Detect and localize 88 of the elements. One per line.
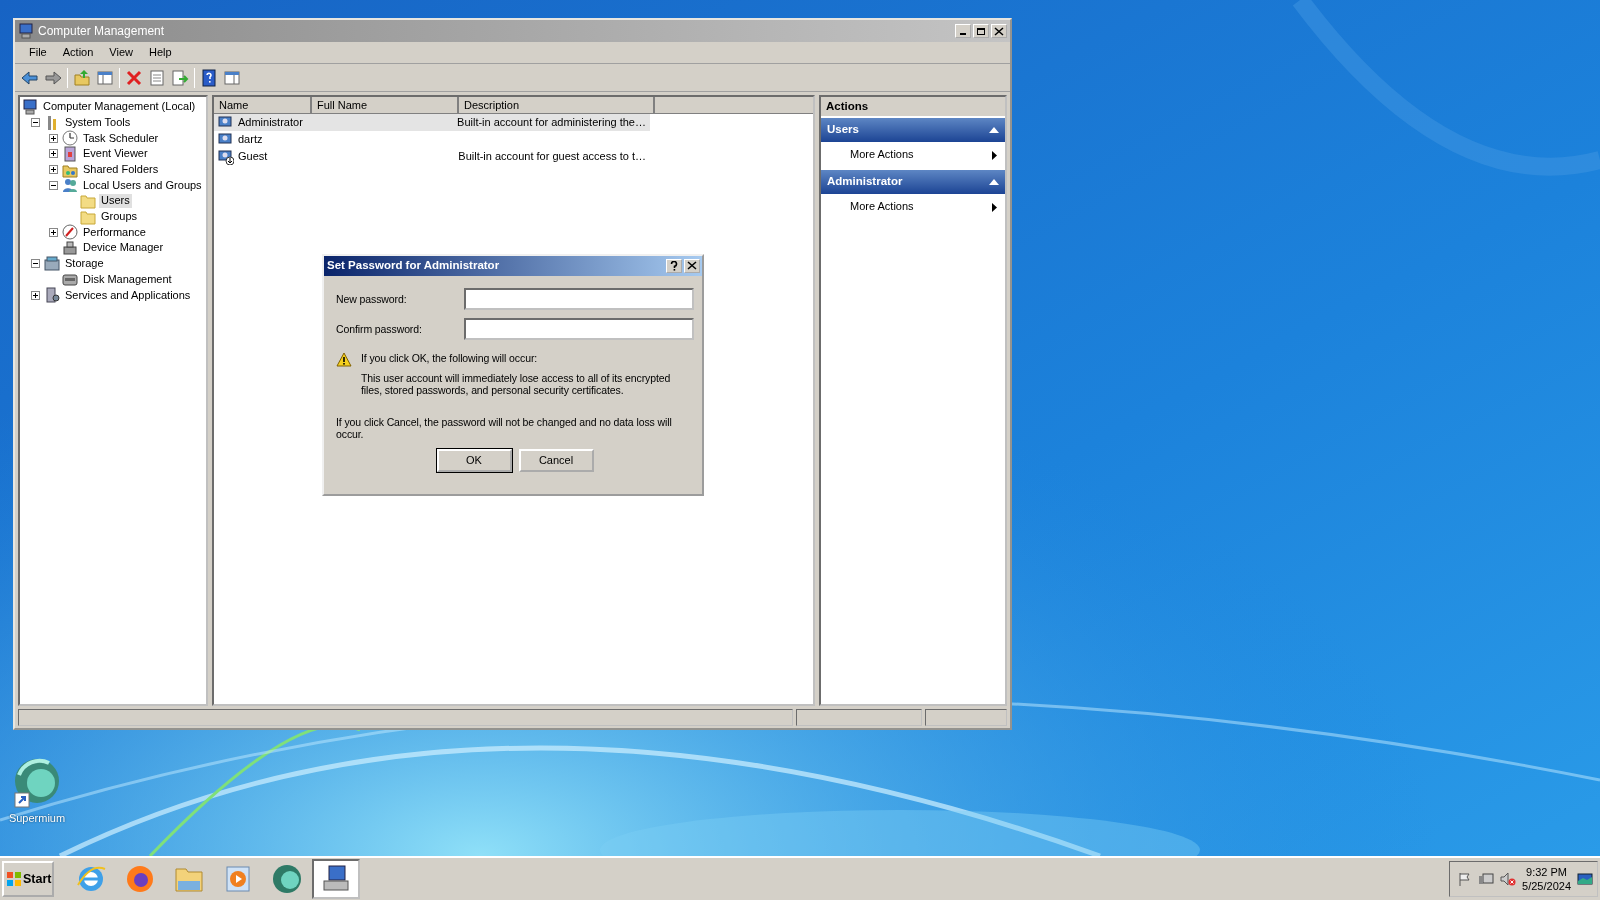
collapse-icon[interactable] [30, 118, 40, 128]
field-label: Confirm password: [336, 322, 423, 336]
flag-icon[interactable] [1458, 872, 1473, 886]
tree-item[interactable]: Shared Folders [81, 163, 161, 177]
menu-item[interactable]: View [101, 43, 141, 62]
back-icon[interactable] [21, 68, 39, 87]
tree-item[interactable]: Task Scheduler [81, 131, 161, 145]
close-icon [994, 26, 1004, 36]
expand-icon[interactable] [48, 227, 58, 237]
warning-icon [336, 352, 352, 367]
computer-icon [22, 98, 38, 115]
browser-icon[interactable] [124, 863, 156, 895]
expand-icon[interactable] [48, 149, 58, 159]
minimize-icon [960, 33, 966, 35]
tree-item[interactable]: Performance [81, 225, 148, 239]
console-tree-icon[interactable] [96, 68, 114, 87]
clock-time[interactable]: 9:32 PM [1526, 864, 1567, 879]
dialog-button[interactable]: OK [436, 448, 512, 472]
maximize-icon [976, 26, 986, 36]
log-icon [62, 145, 78, 162]
computer-icon [18, 23, 34, 39]
table-cell: Guest [238, 149, 268, 164]
table-cell: Built-in account for administering the… [457, 115, 646, 128]
action-item[interactable]: More Actions [821, 142, 1005, 168]
menu-item[interactable]: Help [140, 43, 180, 62]
help-icon [669, 261, 679, 271]
close-button[interactable] [684, 259, 700, 273]
panel-icon[interactable] [223, 68, 241, 87]
warning-text: This user account will immediately lose access to all of its encrypted files, stored passwords, and personal security certificates. [361, 371, 672, 397]
section-header[interactable]: Administrator [821, 170, 1005, 194]
help-button[interactable] [666, 259, 682, 273]
storage-icon [44, 255, 60, 272]
users-icon [62, 177, 78, 194]
tree-item[interactable]: Services and Applications [63, 288, 193, 302]
info-text: If you click Cancel, the password will not be changed and no data loss will occur. [336, 415, 673, 441]
minimize-button[interactable] [955, 24, 971, 38]
gauge-icon [62, 224, 78, 241]
pane-title: Actions [821, 97, 1005, 116]
menu-item[interactable]: File [21, 43, 55, 62]
tree-item[interactable]: Storage [63, 257, 106, 271]
dialog-title: Set Password for Administrator [327, 259, 501, 273]
delete-icon[interactable] [125, 68, 143, 87]
close-icon [687, 261, 697, 271]
maximize-button[interactable] [973, 24, 989, 38]
action-item[interactable]: More Actions [821, 194, 1005, 220]
export-icon[interactable] [171, 68, 189, 87]
properties-icon[interactable] [148, 68, 166, 87]
folder-icon [80, 208, 96, 225]
password-field[interactable] [464, 318, 694, 340]
clock-icon [62, 130, 78, 147]
volume-muted-icon[interactable] [1500, 872, 1517, 886]
table-cell: dartz [238, 132, 263, 147]
menu-item[interactable]: Action [54, 43, 102, 62]
table-cell: Administrator [238, 115, 303, 130]
tree-item[interactable]: Groups [99, 210, 140, 224]
taskbar-button[interactable] [312, 859, 360, 899]
tree-item[interactable]: System Tools [63, 115, 133, 130]
services-icon [44, 287, 60, 304]
password-field[interactable] [464, 288, 694, 310]
expand-icon[interactable] [30, 290, 40, 300]
help-icon[interactable] [200, 68, 218, 87]
field-label: New password: [336, 292, 408, 306]
collapse-icon[interactable] [30, 259, 40, 269]
tree-item[interactable]: Computer Management (Local) [41, 100, 198, 114]
expand-icon[interactable] [48, 133, 58, 143]
window-title: Computer Management [38, 23, 166, 39]
clock-date[interactable]: 5/25/2024 [1522, 879, 1571, 894]
close-button[interactable] [991, 24, 1007, 38]
folder-icon [80, 192, 96, 209]
sphere-icon[interactable] [271, 863, 303, 895]
expand-icon[interactable] [48, 165, 58, 175]
submenu-arrow-icon [992, 202, 997, 212]
tree-item[interactable]: Device Manager [81, 241, 166, 255]
tree-item[interactable]: Users [99, 194, 132, 208]
warning-text: If you click OK, the following will occur: [361, 352, 539, 365]
device-icon [62, 240, 78, 257]
section-header[interactable]: Users [821, 118, 1005, 142]
table-cell: Built-in account for guest access to t… [458, 149, 646, 162]
forward-icon[interactable] [44, 68, 62, 87]
submenu-arrow-icon [992, 150, 997, 160]
tree-item[interactable]: Disk Management [81, 272, 174, 286]
show-desktop-icon[interactable] [1577, 872, 1593, 886]
tree-item[interactable]: Event Viewer [81, 147, 150, 161]
start-button[interactable]: Start [2, 861, 54, 897]
dialog-button[interactable]: Cancel [518, 448, 594, 472]
windows-logo-icon [6, 871, 22, 887]
tree-item[interactable]: Local Users and Groups [81, 178, 204, 192]
collapse-icon[interactable] [48, 180, 58, 190]
